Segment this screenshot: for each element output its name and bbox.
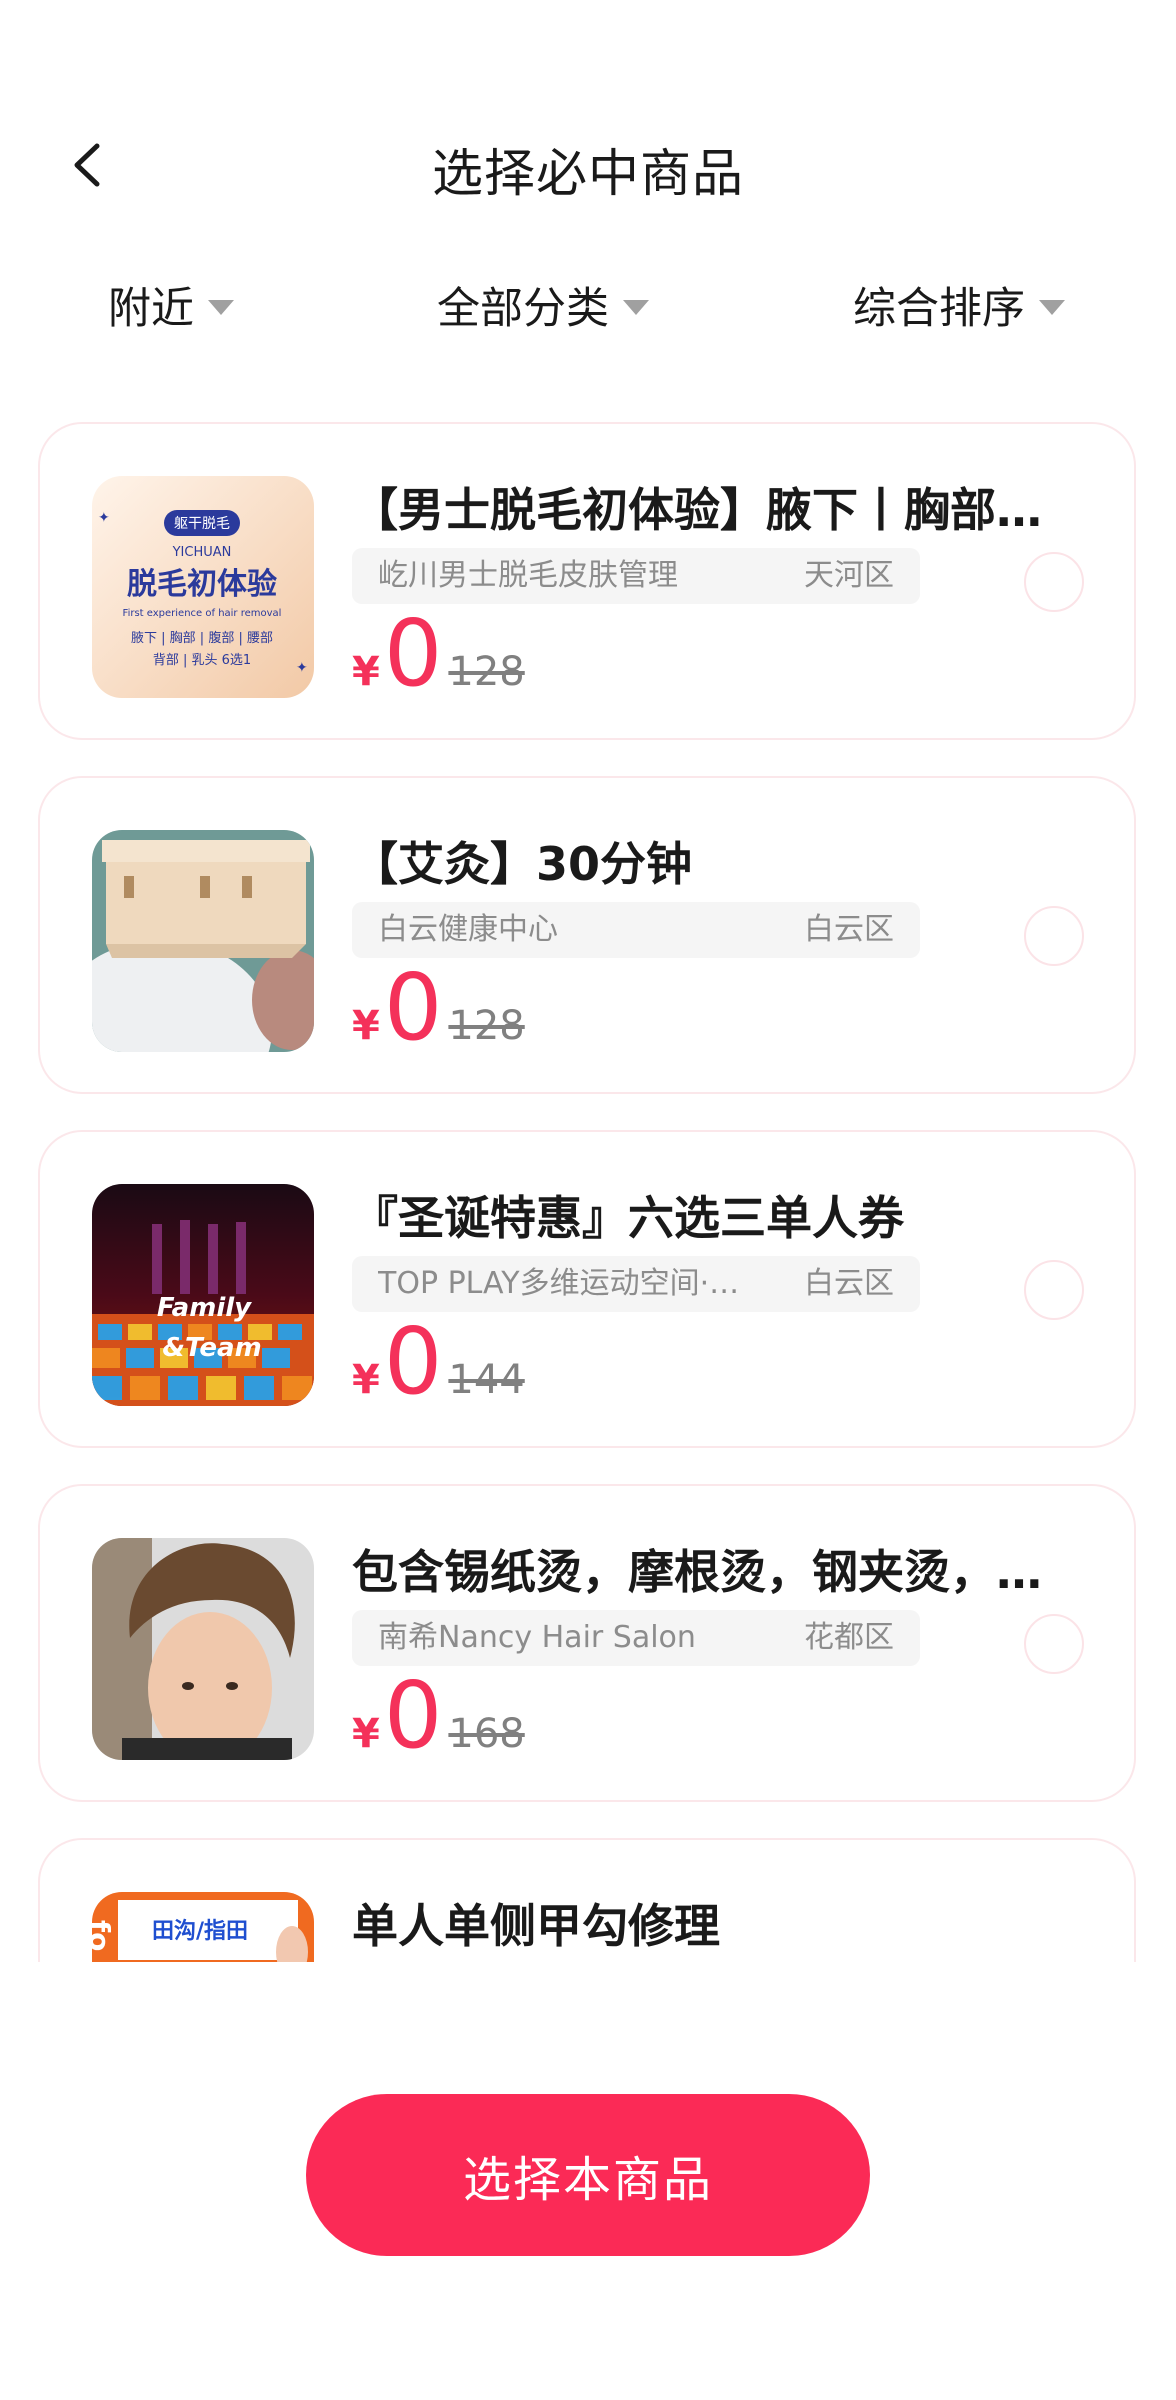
page-title: 选择必中商品 [431,145,744,204]
original-price: 128 [448,1003,525,1049]
shop-district: 花都区 [804,1620,894,1655]
select-radio[interactable] [1024,1260,1084,1320]
caret-down-icon [1039,299,1065,315]
original-price: 128 [448,649,525,695]
product-title: 【男士脱毛初体验】腋下丨胸部丨腹部丨背部丨乳头 [352,483,1052,537]
product-thumbnail: 躯干脱毛 YICHUAN 脱毛初体验 First experience of h… [92,476,314,698]
select-radio[interactable] [1024,552,1084,612]
product-thumbnail [92,1538,314,1760]
product-card[interactable]: Family &Team 『圣诞特惠』六选三单人券 TOP PLAY多维运动空间… [38,1130,1136,1448]
shop-name: 屹川男士脱毛皮肤管理 [378,558,678,593]
current-price: 0 [383,954,443,1061]
product-title: 『圣诞特惠』六选三单人券 [352,1191,904,1245]
product-title: 【艾灸】30分钟 [352,837,693,891]
shop-name: TOP PLAY多维运动空间·白云店 [378,1266,758,1301]
filter-sort-label: 综合排序 [853,284,1025,334]
current-price: 0 [383,1308,443,1415]
currency-symbol: ¥ [352,1711,380,1757]
current-price: 0 [383,1662,443,1769]
filter-bar: 附近 全部分类 综合排序 [0,270,1176,340]
filter-sort[interactable]: 综合排序 [853,270,1065,340]
original-price: 144 [448,1357,525,1403]
thumb-text-2: &Team [162,1333,261,1363]
product-title: 单人单侧甲勾修理 [352,1899,720,1953]
filter-nearby-label: 附近 [108,284,194,334]
thumb-line1-text: 腋下 | 胸部 | 腹部 | 腰部 [131,630,273,646]
filter-category-label: 全部分类 [437,284,609,334]
product-title: 包含锡纸烫，摩根烫，钢夹烫，纹理烫 [352,1545,1052,1599]
thumb-line2-text: 背部 | 乳头 6选1 [153,653,251,668]
caret-down-icon [623,299,649,315]
shop-name: 白云健康中心 [378,912,558,947]
price-group: ¥ 0 128 [352,604,525,704]
currency-symbol: ¥ [352,649,380,695]
select-product-button[interactable]: 选择本商品 [306,2094,870,2256]
shop-info: 南希Nancy Hair Salon 花都区 [352,1610,920,1666]
shop-info: 白云健康中心 白云区 [352,902,920,958]
product-list[interactable]: 躯干脱毛 YICHUAN 脱毛初体验 First experience of h… [0,350,1176,1962]
shop-info: TOP PLAY多维运动空间·白云店 白云区 [352,1256,920,1312]
product-thumbnail [92,830,314,1052]
caret-down-icon [208,299,234,315]
filter-nearby[interactable]: 附近 [108,270,234,340]
product-card[interactable]: 田沟/指田 fo 单人单侧甲勾修理 [38,1838,1136,1962]
currency-symbol: ¥ [352,1003,380,1049]
thumb-brand-text: YICHUAN [172,545,232,560]
currency-symbol: ¥ [352,1357,380,1403]
product-thumbnail: Family &Team [92,1184,314,1406]
product-card[interactable]: 【艾灸】30分钟 白云健康中心 白云区 ¥ 0 128 [38,776,1136,1094]
price-group: ¥ 0 168 [352,1666,525,1766]
price-group: ¥ 0 128 [352,958,525,1058]
original-price: 168 [448,1711,525,1757]
thumb-text-2: fo [92,1920,116,1951]
current-price: 0 [383,600,443,707]
thumb-text-1: Family [157,1293,252,1323]
shop-name: 南希Nancy Hair Salon [378,1620,696,1655]
thumb-badge-text: 躯干脱毛 [174,516,230,532]
shop-district: 白云区 [804,1266,894,1301]
svg-text:✦: ✦ [98,510,110,526]
thumb-headline-text: 脱毛初体验 [127,567,277,602]
select-radio[interactable] [1024,1614,1084,1674]
product-card[interactable]: 包含锡纸烫，摩根烫，钢夹烫，纹理烫 南希Nancy Hair Salon 花都区… [38,1484,1136,1802]
price-group: ¥ 0 144 [352,1312,525,1412]
filter-category[interactable]: 全部分类 [437,270,649,340]
select-radio[interactable] [1024,906,1084,966]
shop-district: 天河区 [804,558,894,593]
thumb-subline-text: First experience of hair removal [123,608,282,619]
product-card[interactable]: 躯干脱毛 YICHUAN 脱毛初体验 First experience of h… [38,422,1136,740]
thumb-text-1: 田沟/指田 [152,1918,248,1944]
header: 选择必中商品 [0,0,1176,250]
shop-district: 白云区 [804,912,894,947]
shop-info: 屹川男士脱毛皮肤管理 天河区 [352,548,920,604]
svg-text:✦: ✦ [296,660,308,676]
product-thumbnail: 田沟/指田 fo [92,1892,314,1962]
